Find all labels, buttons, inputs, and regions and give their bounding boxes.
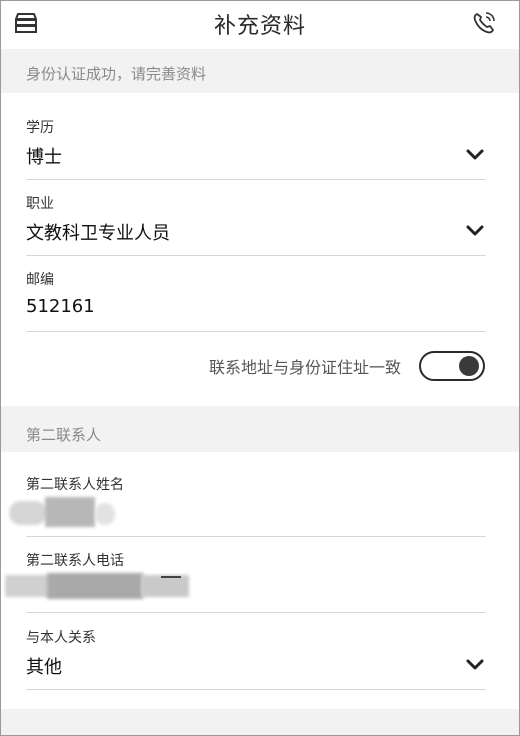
identity-success-text: 身份认证成功，请完善资料: [26, 65, 207, 83]
divider: [26, 179, 486, 180]
postcode-value[interactable]: 512161: [26, 296, 95, 317]
second-contact-banner: 第二联系人: [1, 406, 519, 452]
redacted-name: [9, 501, 47, 525]
toggle-knob: [459, 356, 479, 376]
header-bar: 补充资料: [1, 1, 519, 47]
chevron-down-icon[interactable]: [463, 657, 487, 673]
address-same-toggle[interactable]: [419, 351, 485, 381]
redacted-phone: [5, 575, 49, 597]
education-value[interactable]: 博士: [26, 143, 62, 169]
redacted-name: [45, 497, 95, 527]
chevron-down-icon[interactable]: [463, 147, 487, 163]
occupation-label: 职业: [26, 196, 54, 212]
relationship-value[interactable]: 其他: [26, 653, 62, 679]
redacted-name: [95, 503, 115, 525]
second-contact-banner-text: 第二联系人: [26, 426, 102, 444]
second-contact-phone-label: 第二联系人电话: [26, 553, 124, 569]
redacted-phone: [141, 575, 189, 597]
postcode-label: 邮编: [26, 272, 54, 288]
second-contact-name-label: 第二联系人姓名: [26, 477, 124, 493]
identity-success-banner: 身份认证成功，请完善资料: [1, 49, 519, 93]
divider: [26, 689, 486, 690]
phone-icon[interactable]: [471, 10, 497, 36]
address-same-label: 联系地址与身份证住址一致: [208, 358, 401, 377]
redacted-phone: [47, 573, 143, 599]
divider: [26, 612, 486, 613]
occupation-value[interactable]: 文教科卫专业人员: [26, 219, 170, 245]
divider: [26, 331, 486, 332]
chevron-down-icon[interactable]: [463, 223, 487, 239]
redacted-phone: [161, 576, 181, 578]
divider: [26, 536, 486, 537]
supplement-info-screen: 补充资料 身份认证成功，请完善资料 学历 博士 职业 文教科卫专业人员 邮编 5…: [0, 0, 520, 736]
divider: [26, 255, 486, 256]
page-title: 补充资料: [213, 14, 306, 39]
relationship-label: 与本人关系: [26, 630, 96, 646]
education-label: 学历: [26, 120, 54, 136]
bottom-spacer: [1, 709, 519, 735]
